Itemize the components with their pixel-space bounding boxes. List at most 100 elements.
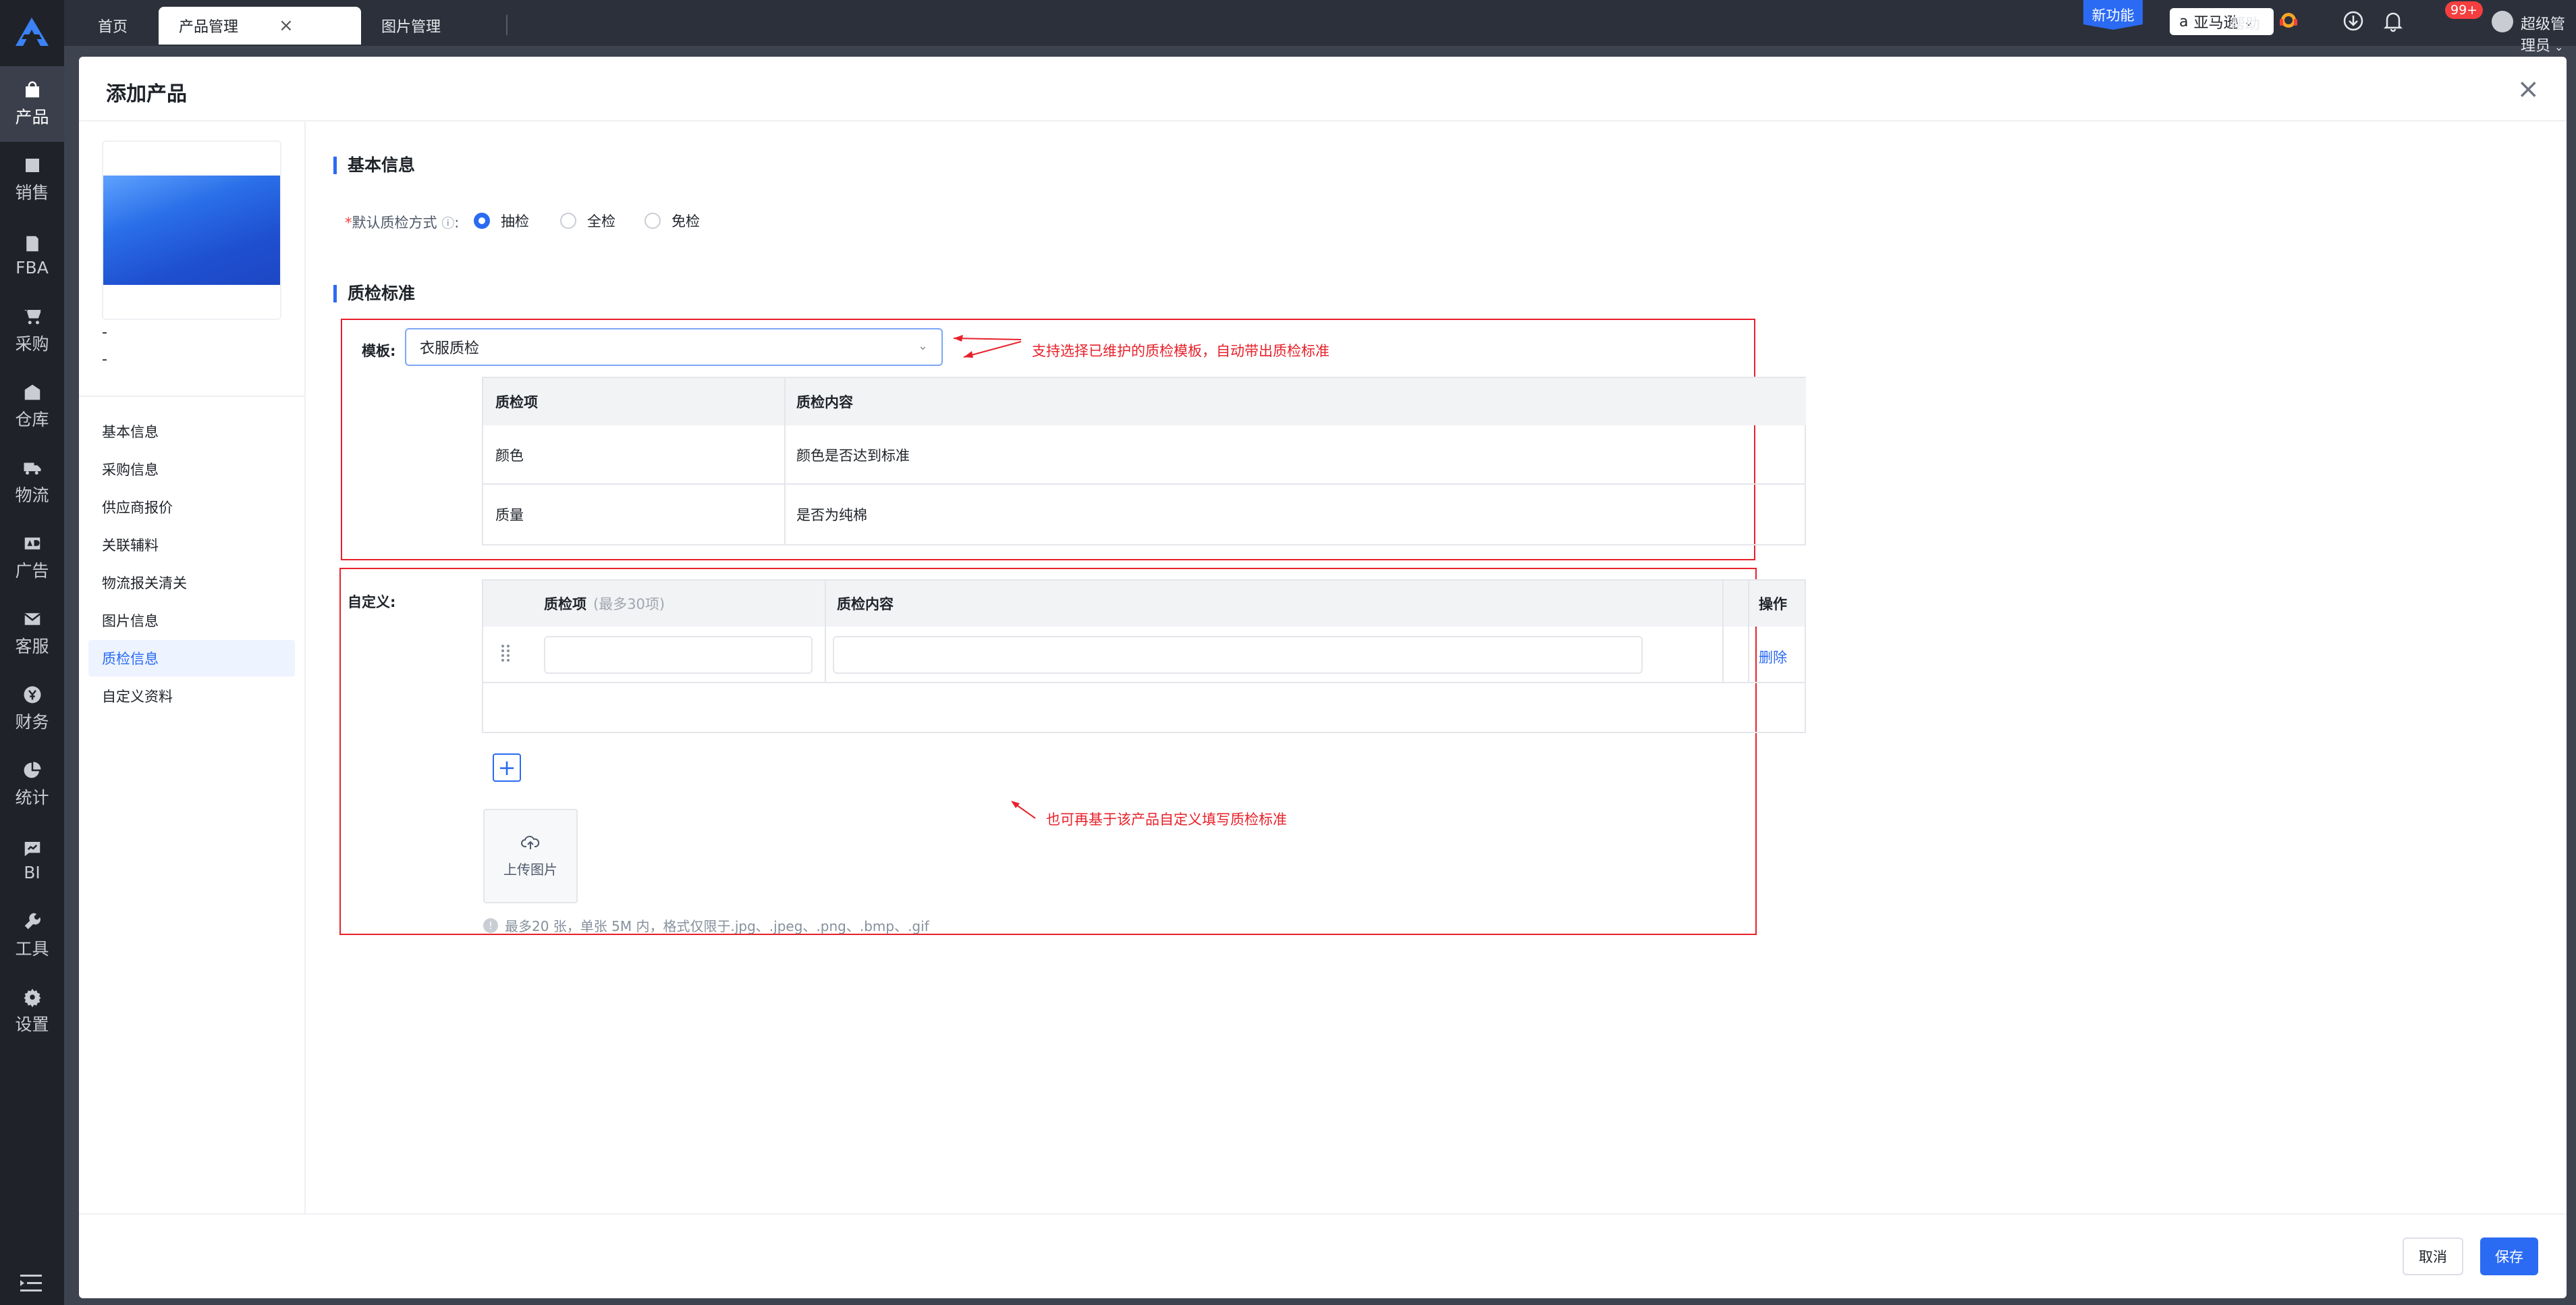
- sidebar-item-ads[interactable]: 广告: [0, 520, 64, 595]
- sidebar-item-label: 工具: [15, 939, 49, 959]
- sidebar-item-product[interactable]: 产品: [0, 66, 64, 142]
- product-image[interactable]: [102, 140, 281, 320]
- upload-image-button[interactable]: 上传图片: [483, 809, 578, 903]
- mail-icon: [22, 609, 43, 629]
- sidebar-item-bi[interactable]: BI: [0, 822, 64, 898]
- bag-icon: [22, 80, 43, 100]
- amazon-icon: a: [2179, 13, 2189, 30]
- table-header-content: 质检内容: [784, 378, 1806, 425]
- sidebar-item-label: 设置: [15, 1015, 49, 1034]
- truck-icon: [22, 458, 43, 478]
- sidebar-item-label: 客服: [15, 637, 49, 656]
- table-divider: [825, 581, 826, 682]
- template-label: 模板:: [362, 343, 396, 359]
- add-row-button[interactable]: +: [493, 753, 521, 782]
- tab-home[interactable]: 首页: [78, 7, 148, 45]
- sidebar-item-tools[interactable]: 工具: [0, 898, 64, 974]
- avatar[interactable]: [2492, 11, 2513, 32]
- template-annotation: 支持选择已维护的质检模板，自动带出质检标准: [1032, 343, 1330, 359]
- table-cell: 颜色是否达到标准: [796, 448, 910, 464]
- section-nav-supplier-quote[interactable]: 供应商报价: [88, 489, 295, 525]
- radio-label: 抽检: [501, 213, 529, 230]
- tab-label: 首页: [98, 19, 128, 36]
- section-nav-qc-info[interactable]: 质检信息: [88, 640, 295, 676]
- table-header-item: 质检项 (最多30项): [483, 581, 825, 627]
- top-bar: 首页 产品管理 × 图片管理 新功能 a 亚马逊 ⌄ 帮助 99+ 超级管理员 ⌄: [64, 0, 2576, 55]
- info-icon[interactable]: ⓘ: [441, 216, 454, 231]
- template-select-value: 衣服质检: [420, 340, 480, 357]
- radio-unchecked-icon: [560, 213, 576, 229]
- radio-checked-icon: [474, 213, 490, 229]
- table-header-item-hint: (最多30项): [593, 596, 665, 612]
- sidebar-item-label: BI: [24, 862, 40, 882]
- radio-unchecked-icon: [645, 213, 661, 229]
- info-icon: !: [483, 917, 498, 933]
- save-button[interactable]: 保存: [2480, 1237, 2538, 1275]
- menu-collapse-icon[interactable]: [18, 1272, 45, 1295]
- sell-icon: [22, 155, 43, 176]
- table-divider: [1748, 581, 1749, 682]
- section-nav-purchase-info[interactable]: 采购信息: [88, 451, 295, 487]
- user-menu[interactable]: 超级管理员 ⌄: [2521, 12, 2576, 55]
- sidebar-item-label: 统计: [15, 788, 49, 807]
- upload-cloud-icon: [521, 835, 540, 849]
- cart-icon: [22, 307, 43, 327]
- sidebar-item-sales[interactable]: 销售: [0, 142, 64, 217]
- delete-row-link[interactable]: 删除: [1759, 647, 1787, 667]
- tab-product-management[interactable]: 产品管理 ×: [159, 7, 361, 45]
- tab-close-icon[interactable]: ×: [279, 16, 294, 36]
- sidebar-item-logistics[interactable]: 物流: [0, 444, 64, 520]
- sidebar-item-label: 广告: [15, 561, 49, 581]
- sidebar-item-purchase[interactable]: 采购: [0, 293, 64, 369]
- fba-icon: [22, 234, 43, 254]
- section-nav-basic-info[interactable]: 基本信息: [88, 413, 295, 450]
- bell-icon[interactable]: [2382, 9, 2405, 32]
- warehouse-icon: [22, 382, 43, 402]
- download-icon[interactable]: [2342, 9, 2365, 32]
- label-colon: :: [454, 215, 460, 231]
- sidebar-item-settings[interactable]: 设置: [0, 974, 64, 1049]
- sidebar-item-warehouse[interactable]: 仓库: [0, 369, 64, 444]
- sidebar-item-fba[interactable]: FBA: [0, 217, 64, 293]
- template-select[interactable]: 衣服质检 ⌄: [405, 328, 943, 366]
- table-header-action: 操作: [1748, 581, 1805, 627]
- sidebar-item-service[interactable]: 客服: [0, 595, 64, 671]
- new-feature-badge[interactable]: 新功能: [2083, 0, 2143, 30]
- finance-icon: [22, 685, 43, 705]
- sidebar-item-finance[interactable]: 财务: [0, 671, 64, 747]
- help-link[interactable]: 帮助: [2230, 12, 2260, 34]
- divider: [79, 396, 306, 397]
- chevron-down-icon: ⌄: [2554, 41, 2564, 53]
- sidebar-item-stats[interactable]: 统计: [0, 747, 64, 822]
- radio-exempt[interactable]: 免检: [645, 211, 700, 231]
- customer-service-icon[interactable]: [2277, 9, 2300, 32]
- template-qc-table: 质检项 质检内容 颜色 颜色是否达到标准 质量 是否为纯棉: [482, 377, 1806, 545]
- close-icon[interactable]: ×: [2517, 76, 2540, 103]
- sidebar-item-label: 物流: [15, 485, 49, 505]
- tab-divider: [506, 15, 508, 35]
- section-nav-images[interactable]: 图片信息: [88, 602, 295, 639]
- annotation-arrow-icon: [1011, 801, 1036, 819]
- radio-full-check[interactable]: 全检: [560, 211, 615, 231]
- notification-count-badge: 99+: [2445, 1, 2484, 19]
- section-nav-custom-data[interactable]: 自定义资料: [88, 678, 295, 714]
- app-logo[interactable]: [13, 16, 51, 47]
- cancel-button[interactable]: 取消: [2403, 1237, 2463, 1275]
- sidebar-item-label: 销售: [15, 183, 49, 203]
- radio-sample-check[interactable]: 抽检: [474, 211, 529, 231]
- table-divider: [1722, 581, 1724, 682]
- section-title-qc-standard: 质检标准: [333, 285, 415, 302]
- product-image-picture: [103, 176, 280, 285]
- radio-label: 全检: [587, 213, 615, 230]
- table-divider: [483, 483, 1805, 485]
- qc-content-input[interactable]: [833, 636, 1643, 674]
- product-side-panel: - - 基本信息 采购信息 供应商报价 关联辅料 物流报关清关 图片信息 质检信…: [79, 122, 306, 1213]
- tab-label: 图片管理: [381, 19, 441, 36]
- section-nav-materials[interactable]: 关联辅料: [88, 527, 295, 563]
- drag-handle-icon[interactable]: [501, 644, 510, 662]
- qc-item-input[interactable]: [544, 636, 813, 674]
- tab-image-management[interactable]: 图片管理: [361, 7, 461, 45]
- section-nav-customs[interactable]: 物流报关清关: [88, 564, 295, 601]
- add-product-modal: 添加产品 × - - 基本信息 采购信息 供应商报价 关联辅料 物流报关清关 图…: [79, 57, 2567, 1298]
- upload-hint: ! 最多20 张，单张 5M 内，格式仅限于.jpg、.jpeg、.png、.b…: [483, 915, 929, 935]
